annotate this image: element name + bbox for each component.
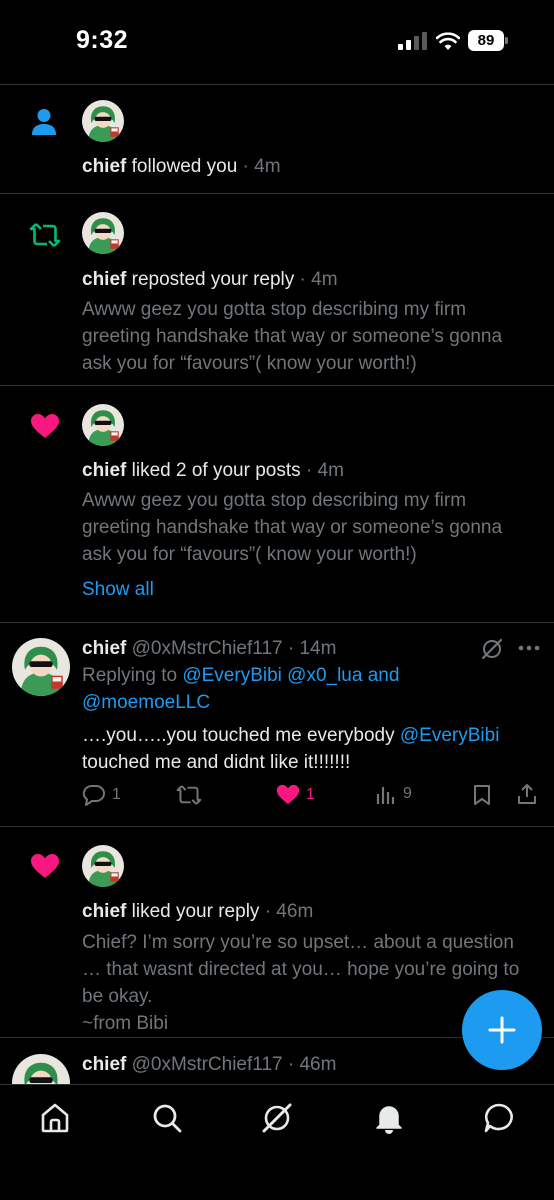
mention-link[interactable]: @moemoeLLC	[82, 692, 210, 713]
timestamp: · 4m	[294, 269, 338, 290]
liked-reply-text[interactable]: Chief? I’m sorry you’re so upset… about …	[82, 929, 519, 1037]
reply-button[interactable]: 1	[82, 784, 121, 806]
like-count: 1	[306, 785, 315, 803]
divider	[0, 385, 554, 386]
status-bar: 9:32 89	[0, 0, 554, 84]
views-button[interactable]: 9	[375, 784, 412, 804]
battery-level: 89	[468, 30, 504, 51]
notification-action: liked 2 of your posts	[126, 460, 301, 481]
user-name[interactable]: chief	[82, 460, 126, 481]
bell-icon[interactable]	[372, 1101, 406, 1135]
divider	[0, 193, 554, 194]
user-handle[interactable]: @0xMstrChief117	[126, 1054, 283, 1075]
status-time: 9:32	[76, 26, 129, 54]
text-line: greeting handshake that way or someone’s…	[82, 517, 503, 538]
person-icon	[32, 109, 56, 135]
user-handle[interactable]: @0xMstrChief117	[126, 638, 283, 659]
like-notification-text[interactable]: chief liked your reply · 46m	[82, 899, 313, 925]
timestamp: · 4m	[237, 156, 281, 177]
cellular-signal-icon	[398, 32, 427, 50]
text-line: … that wasnt directed at you… hope you’r…	[82, 959, 520, 980]
replying-to: Replying to @EveryBibi @x0_lua and @moem…	[82, 662, 399, 716]
search-icon[interactable]	[150, 1101, 184, 1135]
wifi-icon	[436, 32, 460, 50]
user-name[interactable]: chief	[82, 901, 126, 922]
battery-icon: 89	[468, 30, 508, 51]
bottom-nav	[0, 1084, 554, 1200]
heart-icon	[31, 854, 59, 878]
timestamp: · 46m	[259, 901, 314, 922]
repost-icon	[29, 223, 61, 247]
view-count: 9	[403, 785, 412, 802]
heart-icon	[31, 414, 59, 438]
user-name[interactable]: chief	[82, 269, 126, 290]
reply-icon	[82, 784, 105, 806]
text-line: Chief? I’m sorry you’re so upset… about …	[82, 932, 514, 953]
battery-cap	[505, 37, 508, 44]
timestamp: · 4m	[300, 460, 344, 481]
avatar[interactable]	[12, 638, 70, 696]
mention-link[interactable]: @EveryBibi	[400, 725, 500, 746]
user-name[interactable]: chief	[82, 156, 126, 177]
post-text-part: touched me and didnt like it!!!!!!!	[82, 752, 351, 773]
home-icon[interactable]	[38, 1101, 72, 1135]
reply-count: 1	[112, 786, 121, 803]
grok-icon[interactable]	[260, 1101, 294, 1135]
grok-icon[interactable]	[481, 638, 503, 660]
post-header[interactable]: chief @0xMstrChief117 · 46m	[82, 1052, 336, 1078]
text-line: Awww geez you gotta stop describing my f…	[82, 299, 467, 320]
avatar[interactable]	[82, 845, 124, 887]
repost-button[interactable]	[176, 784, 202, 806]
avatar[interactable]	[82, 212, 124, 254]
like-notification-text[interactable]: chief liked 2 of your posts · 4m	[82, 458, 344, 484]
more-icon[interactable]	[518, 645, 540, 651]
liked-post-text[interactable]: Awww geez you gotta stop describing my f…	[82, 487, 502, 568]
repost-notification-text[interactable]: chief reposted your reply · 4m	[82, 267, 338, 293]
mention-link[interactable]: @EveryBibi @x0_lua	[182, 665, 362, 686]
avatar[interactable]	[82, 100, 124, 142]
user-name[interactable]: chief	[82, 1054, 126, 1075]
notification-action: liked your reply	[126, 901, 260, 922]
chat-icon[interactable]	[482, 1101, 516, 1135]
avatar[interactable]	[82, 404, 124, 446]
bookmark-icon[interactable]	[472, 784, 492, 806]
text-line: greeting handshake that way or someone’s…	[82, 326, 503, 347]
follow-notification-text[interactable]: chief followed you · 4m	[82, 154, 281, 180]
timestamp: · 14m	[282, 638, 337, 659]
share-icon[interactable]	[516, 783, 538, 805]
post-text-part: ….you…..you touched me everybody	[82, 725, 400, 746]
post-header[interactable]: chief @0xMstrChief117 · 14m	[82, 636, 336, 662]
replying-prefix: Replying to	[82, 665, 183, 686]
divider	[0, 84, 554, 85]
repost-icon	[176, 785, 202, 805]
show-all-link[interactable]: Show all	[82, 577, 154, 603]
timestamp: · 46m	[282, 1054, 337, 1075]
text-line: be okay.	[82, 986, 153, 1007]
notification-action: reposted your reply	[126, 269, 295, 290]
text-line: ~from Bibi	[82, 1013, 169, 1034]
post-text[interactable]: ….you…..you touched me everybody @EveryB…	[82, 722, 499, 776]
text-line: ask you for “favours”( know your worth!)	[82, 544, 417, 565]
heart-icon	[276, 784, 300, 805]
divider	[0, 826, 554, 827]
notification-action: followed you	[126, 156, 238, 177]
replying-and: and	[362, 665, 400, 686]
text-line: Awww geez you gotta stop describing my f…	[82, 490, 467, 511]
compose-button[interactable]	[462, 990, 542, 1070]
reposted-reply-text[interactable]: Awww geez you gotta stop describing my f…	[82, 296, 502, 377]
like-button[interactable]: 1	[276, 784, 315, 805]
views-icon	[376, 787, 395, 804]
user-name[interactable]: chief	[82, 638, 126, 659]
plus-icon	[488, 1016, 516, 1044]
text-line: ask you for “favours”( know your worth!)	[82, 353, 417, 374]
divider	[0, 622, 554, 623]
